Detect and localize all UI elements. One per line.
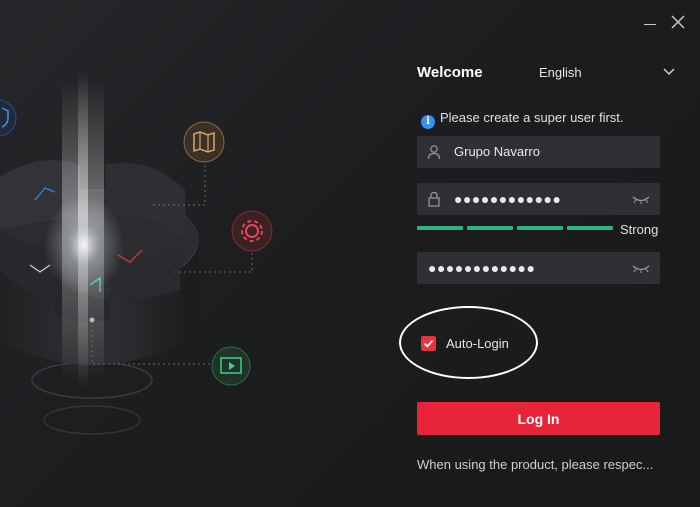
shield-icon	[0, 99, 17, 137]
checkmark-icon	[423, 339, 434, 348]
confirm-password-value: ●●●●●●●●●●●●	[428, 260, 536, 276]
language-value: English	[539, 65, 582, 80]
strength-label: Strong	[620, 222, 659, 237]
eye-closed-icon[interactable]	[632, 193, 650, 205]
strength-segment	[517, 226, 563, 230]
login-window: Welcome English i Please create a super u…	[0, 0, 700, 507]
gear-icon	[231, 210, 273, 252]
login-button[interactable]: Log In	[417, 402, 660, 435]
close-icon	[671, 15, 685, 29]
language-select[interactable]: English	[538, 62, 680, 84]
video-icon	[211, 346, 251, 386]
map-icon	[183, 121, 225, 163]
eye-closed-icon[interactable]	[632, 262, 650, 274]
strength-segment	[567, 226, 613, 230]
password-strength-meter	[417, 226, 613, 230]
password-value: ●●●●●●●●●●●●	[454, 191, 562, 207]
strength-segment	[417, 226, 463, 230]
auto-login-label: Auto-Login	[446, 336, 509, 351]
server-illustration	[0, 70, 273, 435]
welcome-title: Welcome	[417, 64, 483, 81]
password-field[interactable]: ●●●●●●●●●●●●	[417, 183, 660, 215]
chevron-down-icon	[663, 68, 675, 76]
auto-login-checkbox-box[interactable]	[421, 336, 436, 351]
terms-notice[interactable]: When using the product, please respec...	[417, 457, 667, 472]
username-value: Grupo Navarro	[454, 144, 540, 159]
info-message: i Please create a super user first.	[421, 109, 624, 129]
strength-segment	[467, 226, 513, 230]
info-icon: i	[421, 115, 435, 129]
minimize-button[interactable]	[640, 12, 660, 32]
confirm-password-field[interactable]: ●●●●●●●●●●●●	[417, 252, 660, 284]
info-text: Please create a super user first.	[440, 110, 624, 125]
user-icon	[427, 145, 441, 160]
close-button[interactable]	[668, 12, 688, 32]
username-field[interactable]: Grupo Navarro	[417, 136, 660, 168]
lock-icon	[428, 191, 440, 207]
